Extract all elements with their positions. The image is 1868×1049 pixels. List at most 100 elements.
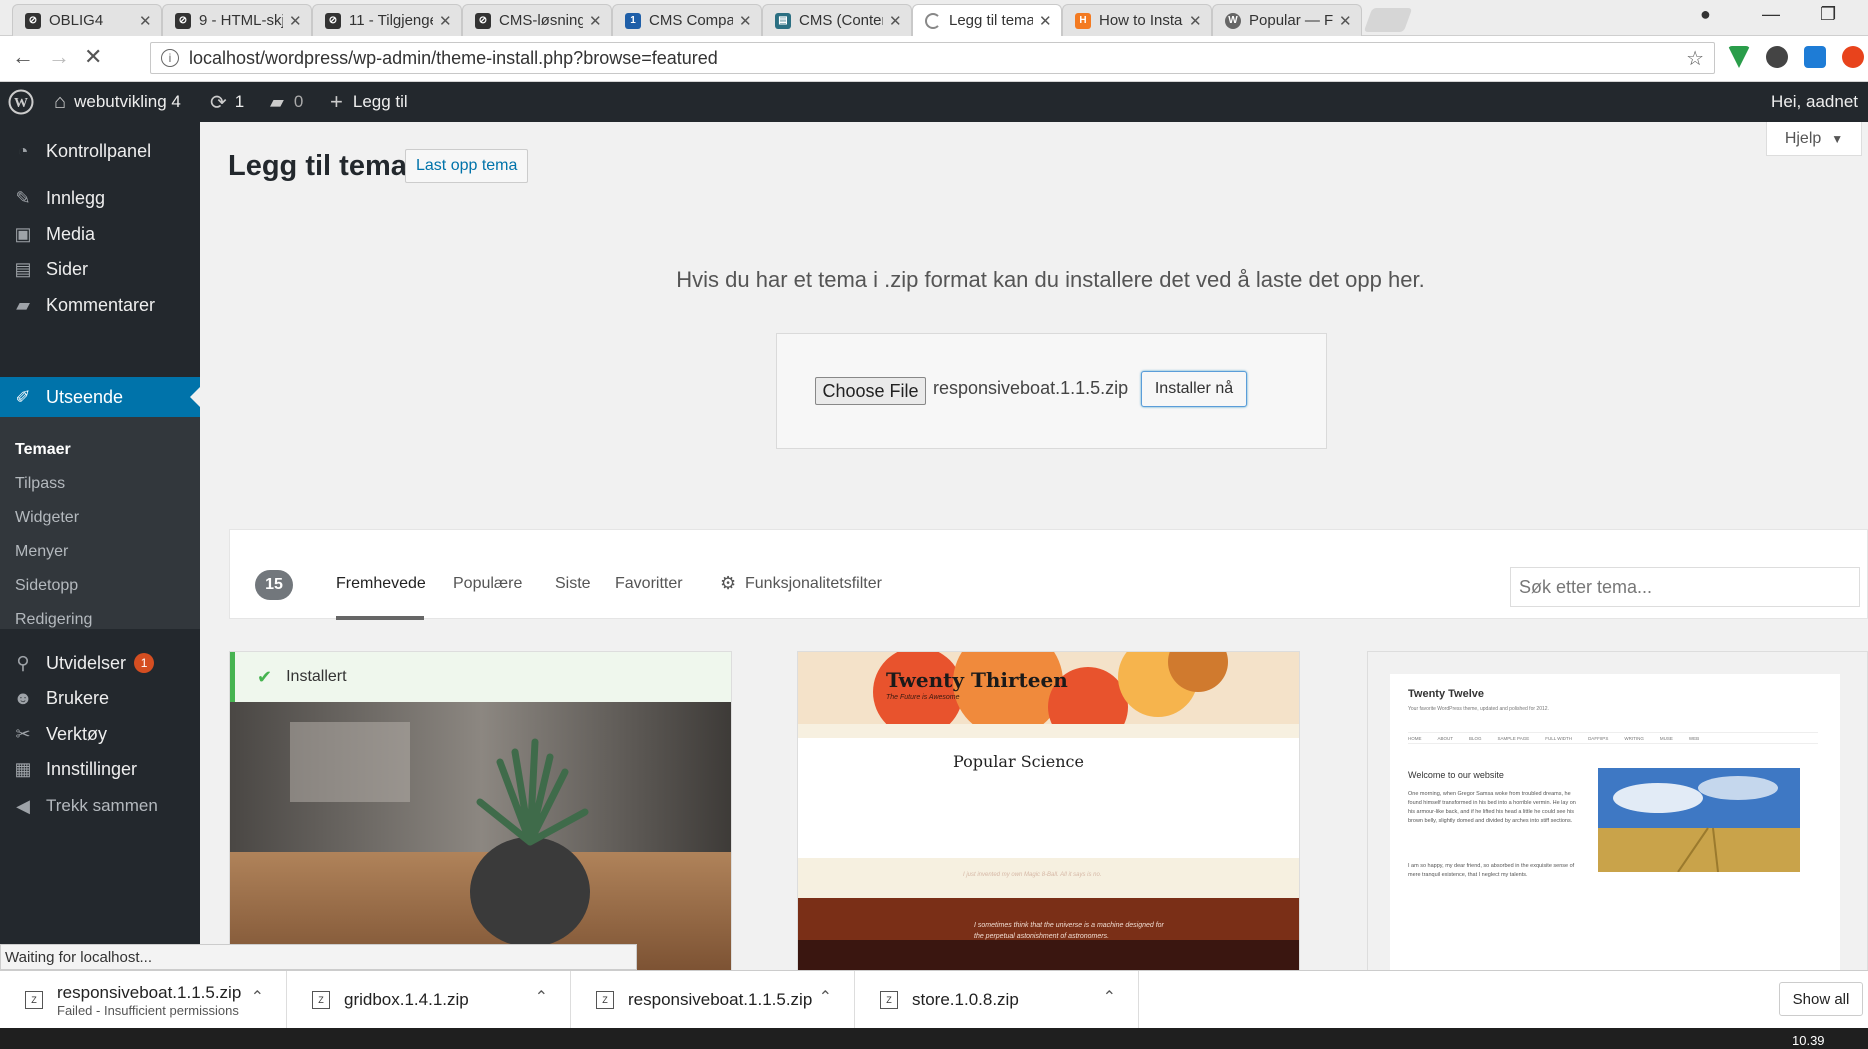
download-item[interactable]: Z responsiveboat.1.1.5.zip ⌃ — [571, 971, 855, 1029]
browser-tab[interactable]: ⊘ OBLIG4 ✕ — [12, 4, 162, 36]
tab-favorites[interactable]: Favoritter — [615, 575, 683, 593]
submenu-customize[interactable]: Tilpass — [15, 475, 65, 493]
comments-link[interactable]: ▰ 0 — [270, 82, 303, 122]
settings-icon: ▦ — [14, 758, 32, 779]
submenu-menus[interactable]: Menyer — [15, 543, 68, 561]
os-taskbar — [0, 1028, 1868, 1049]
close-icon[interactable]: ✕ — [739, 12, 753, 30]
tab-featured[interactable]: Fremhevede — [336, 575, 426, 593]
zip-file-icon: Z — [596, 991, 614, 1009]
submenu-editor[interactable]: Redigering — [15, 611, 92, 629]
sidebar-item-posts[interactable]: ✎ Innlegg — [0, 183, 200, 213]
browser-tab[interactable]: 1CMS Comparis✕ — [612, 4, 762, 36]
oblig-icon: ⊘ — [25, 12, 41, 29]
browser-tab[interactable]: ⊘CMS-løsninger✕ — [462, 4, 612, 36]
wordpress-logo-icon[interactable]: W — [8, 82, 34, 122]
updates-link[interactable]: ⟳ 1 — [210, 82, 244, 122]
info-icon[interactable]: i — [161, 49, 179, 67]
close-icon[interactable]: ✕ — [889, 12, 903, 30]
minimize-icon[interactable]: — — [1762, 4, 1780, 25]
sidebar-item-appearance[interactable]: ✐ Utseende — [0, 377, 200, 417]
download-item[interactable]: Z gridbox.1.4.1.zip ⌃ — [287, 971, 571, 1029]
sidebar-item-plugins[interactable]: ⚲ Utvidelser 1 — [0, 648, 200, 678]
star-icon[interactable]: ☆ — [1686, 46, 1704, 71]
feature-filter-button[interactable]: Funksjonalitetsfilter — [745, 575, 882, 593]
dashboard-icon: ◔ — [17, 140, 29, 161]
help-button[interactable]: Hjelp ▼ — [1766, 122, 1862, 156]
sidebar-collapse[interactable]: ◀ Trekk sammen — [0, 791, 200, 821]
theme-search-input[interactable]: Søk etter tema... — [1510, 567, 1860, 607]
sidebar-item-pages[interactable]: ▤ Sider — [0, 254, 200, 284]
svg-text:W: W — [14, 96, 28, 111]
sample-quote: I just invented my own Magic 8-Ball. All… — [963, 872, 1102, 878]
extension-icon[interactable] — [1728, 46, 1750, 68]
installed-notice: ✔ Installert — [230, 652, 731, 702]
chevron-up-icon[interactable]: ⌃ — [535, 987, 548, 1007]
status-bubble: Waiting for localhost... — [0, 944, 637, 970]
download-item[interactable]: Z store.1.0.8.zip ⌃ — [855, 971, 1139, 1029]
tab-latest[interactable]: Siste — [555, 575, 591, 593]
tab-popular[interactable]: Populære — [453, 575, 522, 593]
theme-card[interactable]: Twenty Thirteen The Future is Awesome Po… — [797, 651, 1300, 971]
sidebar-item-tools[interactable]: ✂ Verktøy — [0, 719, 200, 749]
show-all-downloads-button[interactable]: Show all — [1779, 982, 1863, 1016]
submenu-themes[interactable]: Temaer — [15, 441, 71, 459]
chevron-up-icon[interactable]: ⌃ — [819, 987, 832, 1007]
zip-file-icon: Z — [25, 991, 43, 1009]
chevron-up-icon[interactable]: ⌃ — [1103, 987, 1116, 1007]
extension-icon[interactable] — [1842, 46, 1864, 68]
browser-tab[interactable]: ▤CMS (Content M✕ — [762, 4, 912, 36]
browser-tab[interactable]: ⊘9 - HTML-skjem✕ — [162, 4, 312, 36]
upload-theme-button[interactable]: Last opp tema — [405, 149, 529, 183]
tab-strip: ⊘OBLIG4✕ ⊘9 - HTML-skjem✕ ⊘11 - Tilgjeng… — [0, 0, 1868, 36]
theme-count: 15 — [255, 570, 293, 600]
account-link[interactable]: Hei, aadnet — [1771, 82, 1858, 122]
sidebar-item-users[interactable]: ☻ Brukere — [0, 683, 200, 713]
sidebar-item-dashboard[interactable]: ◔ Kontrollpanel — [0, 136, 200, 166]
close-icon[interactable]: ✕ — [139, 12, 153, 30]
install-now-button[interactable]: Installer nå — [1141, 371, 1247, 407]
extension-icon[interactable] — [1766, 46, 1788, 68]
theme-card[interactable]: Twenty Twelve Your favorite WordPress th… — [1367, 651, 1868, 971]
extension-icon[interactable] — [1804, 46, 1826, 68]
active-tab-indicator — [336, 616, 424, 620]
forward-icon[interactable]: → — [48, 44, 70, 70]
sample-nav: HOME ABOUT BLOG SAMPLE PAGE FULL WIDTH DAFFII… — [1408, 732, 1818, 744]
theme-card[interactable]: ✔ Installert — [229, 651, 732, 971]
sample-paragraph: One morning, when Gregor Samsa woke from… — [1408, 791, 1576, 824]
sample-heading: Welcome to our website — [1408, 770, 1504, 780]
sidebar-item-media[interactable]: ▣ Media — [0, 219, 200, 249]
close-icon[interactable]: ✕ — [1039, 12, 1053, 30]
stop-icon[interactable]: ✕ — [84, 44, 102, 70]
pin-icon: ✎ — [15, 187, 31, 208]
downloads-bar: Z responsiveboat.1.1.5.zip Failed - Insuf… — [0, 970, 1868, 1029]
browser-tab[interactable]: HHow to Install W✕ — [1062, 4, 1212, 36]
new-tab-button[interactable] — [1363, 8, 1413, 32]
sidebar-item-comments[interactable]: ▰ Kommentarer — [0, 290, 200, 320]
browser-tab-active[interactable]: Legg til tema ‹✕ — [912, 4, 1062, 36]
site-name-link[interactable]: ⌂ webutvikling 4 — [54, 82, 181, 122]
profile-icon[interactable]: ● — [1700, 4, 1711, 25]
url-field[interactable]: i localhost/wordpress/wp-admin/theme-ins… — [150, 42, 1715, 74]
sidebar-item-settings[interactable]: ▦ Innstillinger — [0, 754, 200, 784]
submenu-header[interactable]: Sidetopp — [15, 577, 78, 595]
choose-file-button[interactable]: Choose File — [815, 377, 926, 405]
new-content-link[interactable]: + Legg til — [330, 82, 408, 122]
plugins-update-badge: 1 — [134, 653, 155, 673]
submenu-widgets[interactable]: Widgeter — [15, 509, 79, 527]
close-icon[interactable]: ✕ — [1339, 12, 1353, 30]
close-icon[interactable]: ✕ — [589, 12, 603, 30]
download-item[interactable]: Z responsiveboat.1.1.5.zip Failed - Insuf… — [0, 971, 287, 1029]
plugins-icon: ⚲ — [16, 652, 30, 673]
close-icon[interactable]: ✕ — [1189, 12, 1203, 30]
close-icon[interactable]: ✕ — [289, 12, 303, 30]
back-icon[interactable]: ← — [12, 44, 34, 70]
chevron-up-icon[interactable]: ⌃ — [251, 987, 264, 1007]
browser-tab[interactable]: WPopular — Free✕ — [1212, 4, 1362, 36]
theme-filter-bar: 15 Fremhevede Populære Siste Favoritter … — [229, 529, 1868, 620]
admin-sidebar: ◔ Kontrollpanel ✎ Innlegg ▣ Media ▤ Sider ▰ K… — [0, 122, 200, 1022]
maximize-icon[interactable]: ❐ — [1820, 4, 1836, 25]
zip-file-icon: Z — [880, 991, 898, 1009]
browser-tab[interactable]: ⊘11 - Tilgjengelig✕ — [312, 4, 462, 36]
close-icon[interactable]: ✕ — [439, 12, 453, 30]
